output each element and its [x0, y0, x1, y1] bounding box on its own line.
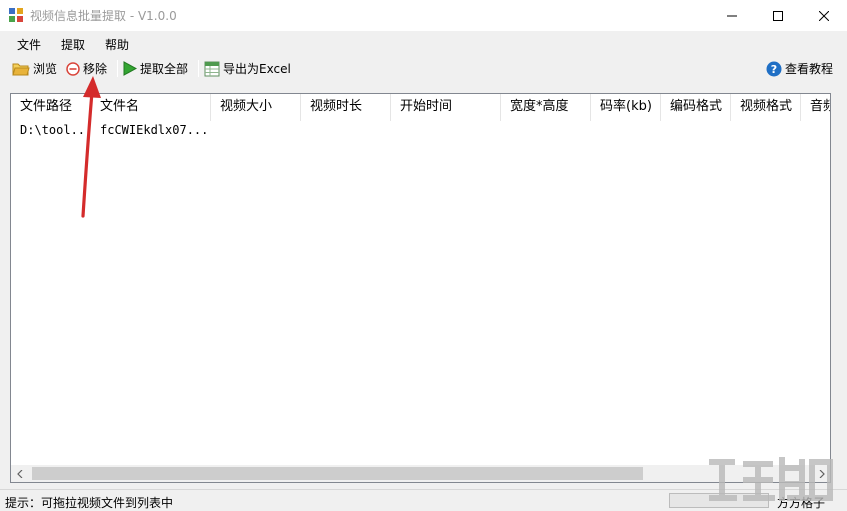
minimize-button[interactable]	[709, 0, 755, 31]
app-icon	[9, 8, 23, 22]
browse-button[interactable]: 浏览	[12, 58, 57, 79]
remove-circle-icon	[66, 61, 80, 76]
window-title: 视频信息批量提取 - V1.0.0	[30, 9, 177, 23]
column-header-file-name[interactable]: 文件名	[91, 94, 211, 121]
column-header-video-format[interactable]: 视频格式	[731, 94, 801, 121]
export-excel-button[interactable]: 导出为Excel	[204, 58, 291, 79]
list-header: 文件路径 文件名 视频大小 视频时长 开始时间 宽度*高度 码率(kb) 编码格…	[11, 94, 830, 121]
cell-file-name: fcCWIEkdlx07...	[100, 123, 209, 137]
folder-open-icon	[12, 63, 30, 75]
help-icon: ?	[766, 61, 782, 76]
table-row[interactable]: D:\tool... fcCWIEkdlx07...	[11, 121, 830, 139]
column-header-video-size[interactable]: 视频大小	[211, 94, 301, 121]
extract-all-label: 提取全部	[140, 62, 189, 76]
toolbar-separator	[198, 60, 199, 77]
menu-help[interactable]: 帮助	[105, 36, 129, 53]
chevron-left-icon	[16, 469, 22, 478]
browse-label: 浏览	[33, 62, 58, 76]
toolbar-separator	[117, 60, 118, 77]
maximize-button[interactable]	[755, 0, 801, 31]
remove-button[interactable]: 移除	[66, 58, 107, 79]
menu-extract[interactable]: 提取	[61, 36, 85, 53]
play-icon	[123, 61, 137, 76]
title-bar: 视频信息批量提取 - V1.0.0	[0, 0, 847, 31]
excel-icon	[204, 61, 220, 76]
menu-bar: 文件 提取 帮助	[0, 31, 847, 55]
close-button[interactable]	[801, 0, 847, 31]
scroll-thumb[interactable]	[32, 467, 643, 480]
status-hint: 提示：可拖拉视频文件到列表中	[5, 496, 174, 510]
watermark-logo	[709, 457, 833, 501]
toolbar: 浏览 移除 提取全部 导出为Excel ? 查看教程	[0, 55, 847, 82]
column-header-duration[interactable]: 视频时长	[301, 94, 391, 121]
svg-text:?: ?	[771, 63, 777, 76]
column-header-start-time[interactable]: 开始时间	[391, 94, 501, 121]
column-header-codec[interactable]: 编码格式	[661, 94, 731, 121]
column-header-bitrate[interactable]: 码率(kb)	[591, 94, 661, 121]
column-header-file-path[interactable]: 文件路径	[11, 94, 91, 121]
cell-file-path: D:\tool...	[20, 123, 91, 137]
column-header-audio[interactable]: 音频	[801, 94, 830, 121]
close-icon	[819, 10, 829, 21]
export-excel-label: 导出为Excel	[223, 62, 291, 76]
minimize-icon	[727, 15, 737, 16]
file-list[interactable]: 文件路径 文件名 视频大小 视频时长 开始时间 宽度*高度 码率(kb) 编码格…	[10, 93, 831, 483]
remove-label: 移除	[83, 62, 108, 76]
menu-file[interactable]: 文件	[17, 36, 41, 53]
column-header-resolution[interactable]: 宽度*高度	[501, 94, 591, 121]
tutorial-button[interactable]: ? 查看教程	[766, 58, 833, 79]
tutorial-label: 查看教程	[785, 62, 834, 76]
maximize-icon	[773, 10, 783, 21]
extract-all-button[interactable]: 提取全部	[123, 58, 188, 79]
scroll-left-button[interactable]	[11, 465, 28, 482]
